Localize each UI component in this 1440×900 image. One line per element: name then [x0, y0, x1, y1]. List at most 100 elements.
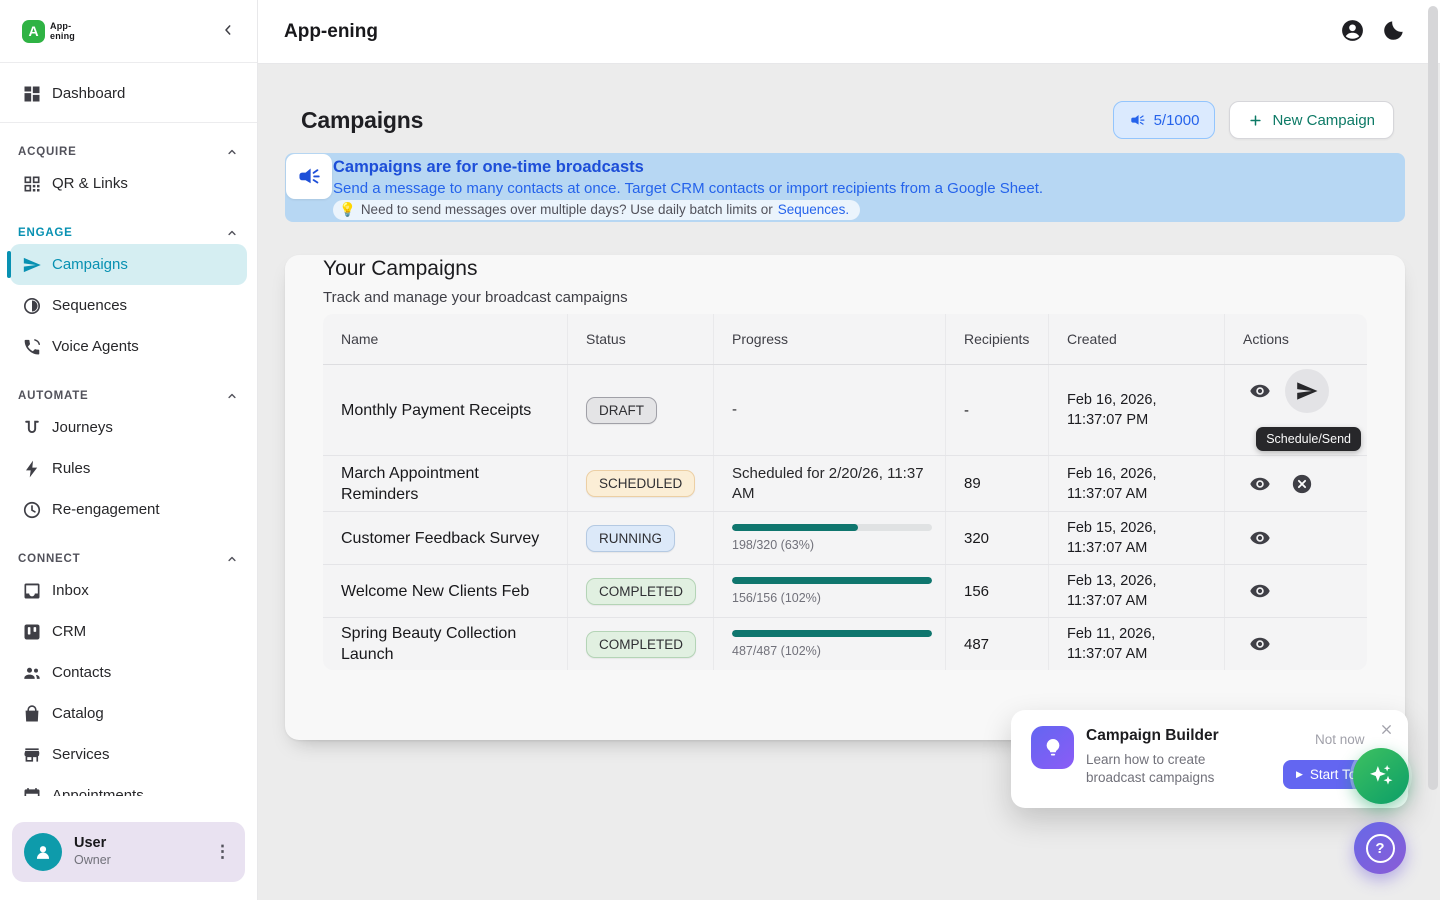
topbar: App-ening — [258, 0, 1440, 64]
user-card[interactable]: User Owner ⋮ — [12, 822, 245, 882]
sequences-link[interactable]: Sequences. — [778, 202, 849, 218]
sidebar-item-dashboard[interactable]: Dashboard — [10, 73, 247, 114]
kanban-icon — [22, 622, 42, 642]
view-campaign-button[interactable] — [1243, 627, 1277, 661]
lightbulb-icon — [1041, 736, 1065, 760]
account-button[interactable] — [1340, 18, 1365, 46]
campaign-name: Monthly Payment Receipts — [323, 365, 567, 455]
sidebar-section-automate[interactable]: AUTOMATE — [0, 367, 257, 407]
sidebar-item-sequences[interactable]: Sequences — [10, 285, 247, 326]
section-label-text: ENGAGE — [18, 227, 73, 239]
sidebar-item-voice-agents[interactable]: Voice Agents — [10, 326, 247, 367]
popup-close-button[interactable] — [1377, 722, 1395, 740]
phone-icon — [22, 337, 42, 357]
section-subtitle: Track and manage your broadcast campaign… — [323, 288, 1367, 308]
ai-assistant-button[interactable] — [1353, 748, 1409, 804]
eye-icon — [1249, 380, 1271, 402]
sidebar-item-services[interactable]: Services — [10, 734, 247, 775]
campaign-quota-badge[interactable]: 5/1000 — [1113, 101, 1216, 139]
sidebar-item-label: Voice Agents — [52, 338, 139, 355]
sidebar-item-label: Catalog — [52, 705, 104, 722]
lightbulb-emoji-icon: 💡 — [339, 202, 356, 218]
new-campaign-label: New Campaign — [1272, 112, 1375, 129]
schedule-send-button[interactable] — [1285, 369, 1329, 413]
view-campaign-button[interactable] — [1243, 521, 1277, 555]
help-button[interactable]: ? — [1354, 822, 1406, 874]
column-header-recipients: Recipients — [945, 314, 1048, 364]
moon-icon — [1381, 18, 1406, 43]
sidebar-item-rules[interactable]: Rules — [10, 448, 247, 489]
not-now-button[interactable]: Not now — [1315, 732, 1365, 747]
view-campaign-button[interactable] — [1243, 467, 1277, 501]
campaign-builder-popup: Campaign Builder Learn how to create bro… — [1011, 710, 1408, 808]
progress-label: 198/320 (63%) — [732, 538, 932, 552]
sidebar-item-catalog[interactable]: Catalog — [10, 693, 247, 734]
person-icon — [32, 841, 54, 863]
campaign-actions-cell — [1224, 512, 1367, 564]
sidebar-item-inbox[interactable]: Inbox — [10, 570, 247, 611]
send-icon — [22, 255, 42, 275]
user-name: User — [74, 835, 111, 852]
campaign-status-cell: COMPLETED — [567, 618, 713, 670]
sidebar-item-label: Journeys — [52, 419, 113, 436]
sidebar-item-label: Appointments — [52, 787, 144, 796]
campaign-status-cell: COMPLETED — [567, 565, 713, 617]
info-banner: Campaigns are for one-time broadcasts Se… — [285, 153, 1405, 222]
sidebar-item-label: Re-engagement — [52, 501, 160, 518]
sidebar-item-contacts[interactable]: Contacts — [10, 652, 247, 693]
campaign-created: Feb 11, 2026,11:37:07 AM — [1048, 618, 1224, 670]
sidebar-section-acquire[interactable]: ACQUIRE — [0, 123, 257, 163]
view-campaign-button[interactable] — [1243, 574, 1277, 608]
dashboard-icon — [22, 84, 42, 104]
sidebar-nav: Dashboard ACQUIRE QR & Links ENGAGE Campaign… — [0, 63, 257, 796]
campaign-created: Feb 16, 2026,11:37:07 AM — [1048, 456, 1224, 511]
banner-text: Send a message to many contacts at once.… — [333, 178, 1405, 199]
app-logo: A App- ening — [22, 20, 75, 43]
store-icon — [22, 745, 42, 765]
sidebar-item-crm[interactable]: CRM — [10, 611, 247, 652]
question-icon: ? — [1366, 834, 1395, 863]
scrollbar-thumb[interactable] — [1428, 6, 1438, 790]
campaign-created: Feb 15, 2026,11:37:07 AM — [1048, 512, 1224, 564]
section-label-text: CONNECT — [18, 553, 80, 565]
column-header-progress: Progress — [713, 314, 945, 364]
column-header-status: Status — [567, 314, 713, 364]
column-header-name: Name — [323, 314, 567, 364]
close-icon — [1379, 722, 1394, 737]
dark-mode-button[interactable] — [1381, 18, 1406, 46]
campaign-actions-cell — [1224, 565, 1367, 617]
sidebar-item-qr-links[interactable]: QR & Links — [10, 163, 247, 204]
campaign-name: March Appointment Reminders — [323, 456, 567, 511]
sidebar-item-campaigns[interactable]: Campaigns — [10, 244, 247, 285]
status-badge: COMPLETED — [586, 578, 696, 605]
table-row: Welcome New Clients Feb COMPLETED 156/156 … — [323, 565, 1367, 618]
sparkles-icon — [1366, 761, 1396, 791]
sidebar-item-re-engagement[interactable]: Re-engagement — [10, 489, 247, 530]
campaign-actions-cell — [1224, 456, 1367, 511]
sidebar-item-journeys[interactable]: Journeys — [10, 407, 247, 448]
route-icon — [22, 418, 42, 438]
sidebar-item-appointments[interactable]: Appointments — [10, 775, 247, 796]
sidebar-footer: User Owner ⋮ — [0, 806, 257, 900]
banner-title: Campaigns are for one-time broadcasts — [333, 156, 1405, 178]
new-campaign-button[interactable]: New Campaign — [1229, 101, 1394, 139]
eye-icon — [1249, 580, 1271, 602]
bag-icon — [22, 704, 42, 724]
sidebar: A App- ening Dashboard ACQUIRE QR & Links E… — [0, 0, 258, 900]
progress-label: 156/156 (102%) — [732, 591, 932, 605]
campaign-name: Welcome New Clients Feb — [323, 565, 567, 617]
table-body: Monthly Payment ReceiptsDRAFT--Feb 16, 2… — [323, 365, 1367, 670]
sidebar-item-label: QR & Links — [52, 175, 128, 192]
sidebar-collapse-button[interactable] — [215, 18, 241, 44]
quota-value: 5/1000 — [1154, 112, 1200, 129]
cancel-campaign-button[interactable] — [1285, 467, 1319, 501]
table-header: NameStatusProgressRecipientsCreatedActio… — [323, 314, 1367, 365]
sidebar-section-engage[interactable]: ENGAGE — [0, 204, 257, 244]
sidebar-item-label: Contacts — [52, 664, 111, 681]
user-menu-button[interactable]: ⋮ — [212, 842, 233, 862]
progress-text: - — [732, 400, 753, 420]
campaign-status-cell: RUNNING — [567, 512, 713, 564]
view-campaign-button[interactable] — [1243, 374, 1277, 408]
status-badge: DRAFT — [586, 397, 657, 424]
sidebar-section-connect[interactable]: CONNECT — [0, 530, 257, 570]
